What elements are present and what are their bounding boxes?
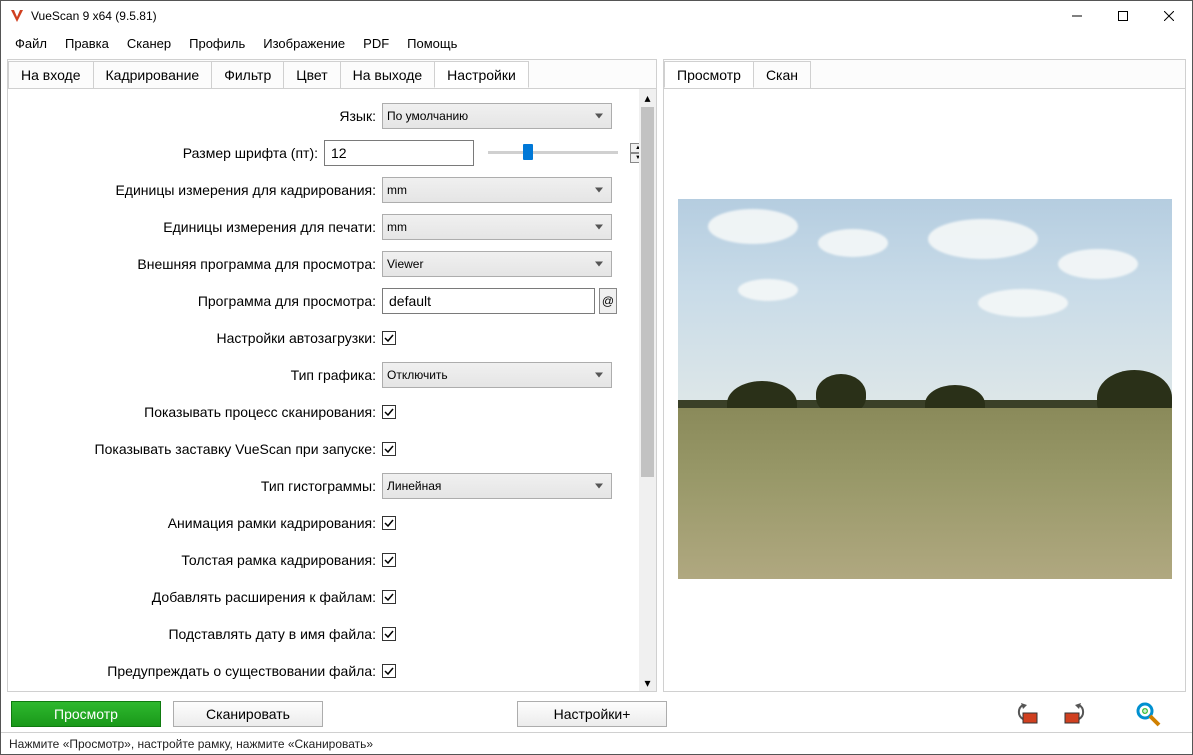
histogram-select[interactable]: Линейная <box>382 473 612 499</box>
subst-date-check[interactable] <box>382 627 396 641</box>
crop-units-label: Единицы измерения для кадрирования: <box>12 182 382 198</box>
scan-button[interactable]: Сканировать <box>173 701 323 727</box>
zoom-icon[interactable] <box>1134 700 1162 728</box>
browse-button[interactable]: @ <box>599 288 617 314</box>
menu-edit[interactable]: Правка <box>57 33 117 54</box>
menu-scanner[interactable]: Сканер <box>119 33 179 54</box>
subst-date-label: Подставлять дату в имя файла: <box>12 626 382 642</box>
language-select[interactable]: По умолчанию <box>382 103 612 129</box>
app-icon <box>9 8 25 24</box>
thick-crop-check[interactable] <box>382 553 396 567</box>
scroll-down-icon[interactable]: ▾ <box>639 674 656 691</box>
scroll-up-icon[interactable]: ▴ <box>639 89 656 106</box>
scroll-thumb[interactable] <box>641 107 654 477</box>
tab-crop[interactable]: Кадрирование <box>93 61 213 88</box>
status-text: Нажмите «Просмотр», настройте рамку, наж… <box>9 737 373 751</box>
language-label: Язык: <box>12 108 382 124</box>
crop-anim-label: Анимация рамки кадрирования: <box>12 515 382 531</box>
settings-scrollbar[interactable]: ▴ ▾ <box>639 89 656 691</box>
titlebar: VueScan 9 x64 (9.5.81) <box>1 1 1192 31</box>
bottom-icons <box>1016 700 1182 728</box>
preview-button[interactable]: Просмотр <box>11 701 161 727</box>
scan-progress-check[interactable] <box>382 405 396 419</box>
graph-type-label: Тип графика: <box>12 367 382 383</box>
settings-content: Язык: По умолчанию Размер шрифта (пт): ▲… <box>8 88 656 691</box>
preview-content <box>664 88 1185 691</box>
statusbar: Нажмите «Просмотр», настройте рамку, наж… <box>1 732 1192 754</box>
left-tabs: На входе Кадрирование Фильтр Цвет На вых… <box>8 60 656 88</box>
font-size-input[interactable] <box>324 140 474 166</box>
font-size-slider[interactable] <box>488 151 618 154</box>
graph-type-select[interactable]: Отключить <box>382 362 612 388</box>
settings-panel: На входе Кадрирование Фильтр Цвет На вых… <box>7 59 657 692</box>
tab-preview[interactable]: Просмотр <box>664 61 754 88</box>
ext-viewer-label: Внешняя программа для просмотра: <box>12 256 382 272</box>
tab-scan[interactable]: Скан <box>753 61 811 88</box>
print-units-select[interactable]: mm <box>382 214 612 240</box>
menu-profile[interactable]: Профиль <box>181 33 253 54</box>
preview-panel: Просмотр Скан <box>663 59 1186 692</box>
menu-help[interactable]: Помощь <box>399 33 465 54</box>
crop-anim-check[interactable] <box>382 516 396 530</box>
window-controls <box>1054 1 1192 31</box>
rotate-left-icon[interactable] <box>1016 700 1044 728</box>
thick-crop-label: Толстая рамка кадрирования: <box>12 552 382 568</box>
bottom-bar: Просмотр Сканировать Настройки+ <box>1 696 1192 732</box>
crop-units-select[interactable]: mm <box>382 177 612 203</box>
print-units-label: Единицы измерения для печати: <box>12 219 382 235</box>
main-area: На входе Кадрирование Фильтр Цвет На вых… <box>1 55 1192 696</box>
scan-progress-label: Показывать процесс сканирования: <box>12 404 382 420</box>
add-ext-label: Добавлять расширения к файлам: <box>12 589 382 605</box>
menu-image[interactable]: Изображение <box>255 33 353 54</box>
add-ext-check[interactable] <box>382 590 396 604</box>
close-button[interactable] <box>1146 1 1192 31</box>
font-size-label: Размер шрифта (пт): <box>12 145 324 161</box>
tab-output[interactable]: На выходе <box>340 61 436 88</box>
autoload-check[interactable] <box>382 331 396 345</box>
tab-input[interactable]: На входе <box>8 61 94 88</box>
preview-image[interactable] <box>678 199 1172 579</box>
tab-color[interactable]: Цвет <box>283 61 340 88</box>
menu-pdf[interactable]: PDF <box>355 33 397 54</box>
right-tabs: Просмотр Скан <box>664 60 1185 88</box>
viewer-prog-input[interactable] <box>382 288 595 314</box>
minimize-button[interactable] <box>1054 1 1100 31</box>
splash-check[interactable] <box>382 442 396 456</box>
window-title: VueScan 9 x64 (9.5.81) <box>31 9 157 23</box>
menubar: Файл Правка Сканер Профиль Изображение P… <box>1 31 1192 55</box>
splash-label: Показывать заставку VueScan при запуске: <box>12 441 382 457</box>
tab-filter[interactable]: Фильтр <box>211 61 284 88</box>
viewer-prog-label: Программа для просмотра: <box>12 293 382 309</box>
menu-file[interactable]: Файл <box>7 33 55 54</box>
maximize-button[interactable] <box>1100 1 1146 31</box>
settings-plus-button[interactable]: Настройки+ <box>517 701 667 727</box>
warn-exist-label: Предупреждать о существовании файла: <box>12 663 382 679</box>
ext-viewer-select[interactable]: Viewer <box>382 251 612 277</box>
rotate-right-icon[interactable] <box>1058 700 1086 728</box>
warn-exist-check[interactable] <box>382 664 396 678</box>
histogram-label: Тип гистограммы: <box>12 478 382 494</box>
tab-settings[interactable]: Настройки <box>434 61 529 88</box>
autoload-label: Настройки автозагрузки: <box>12 330 382 346</box>
